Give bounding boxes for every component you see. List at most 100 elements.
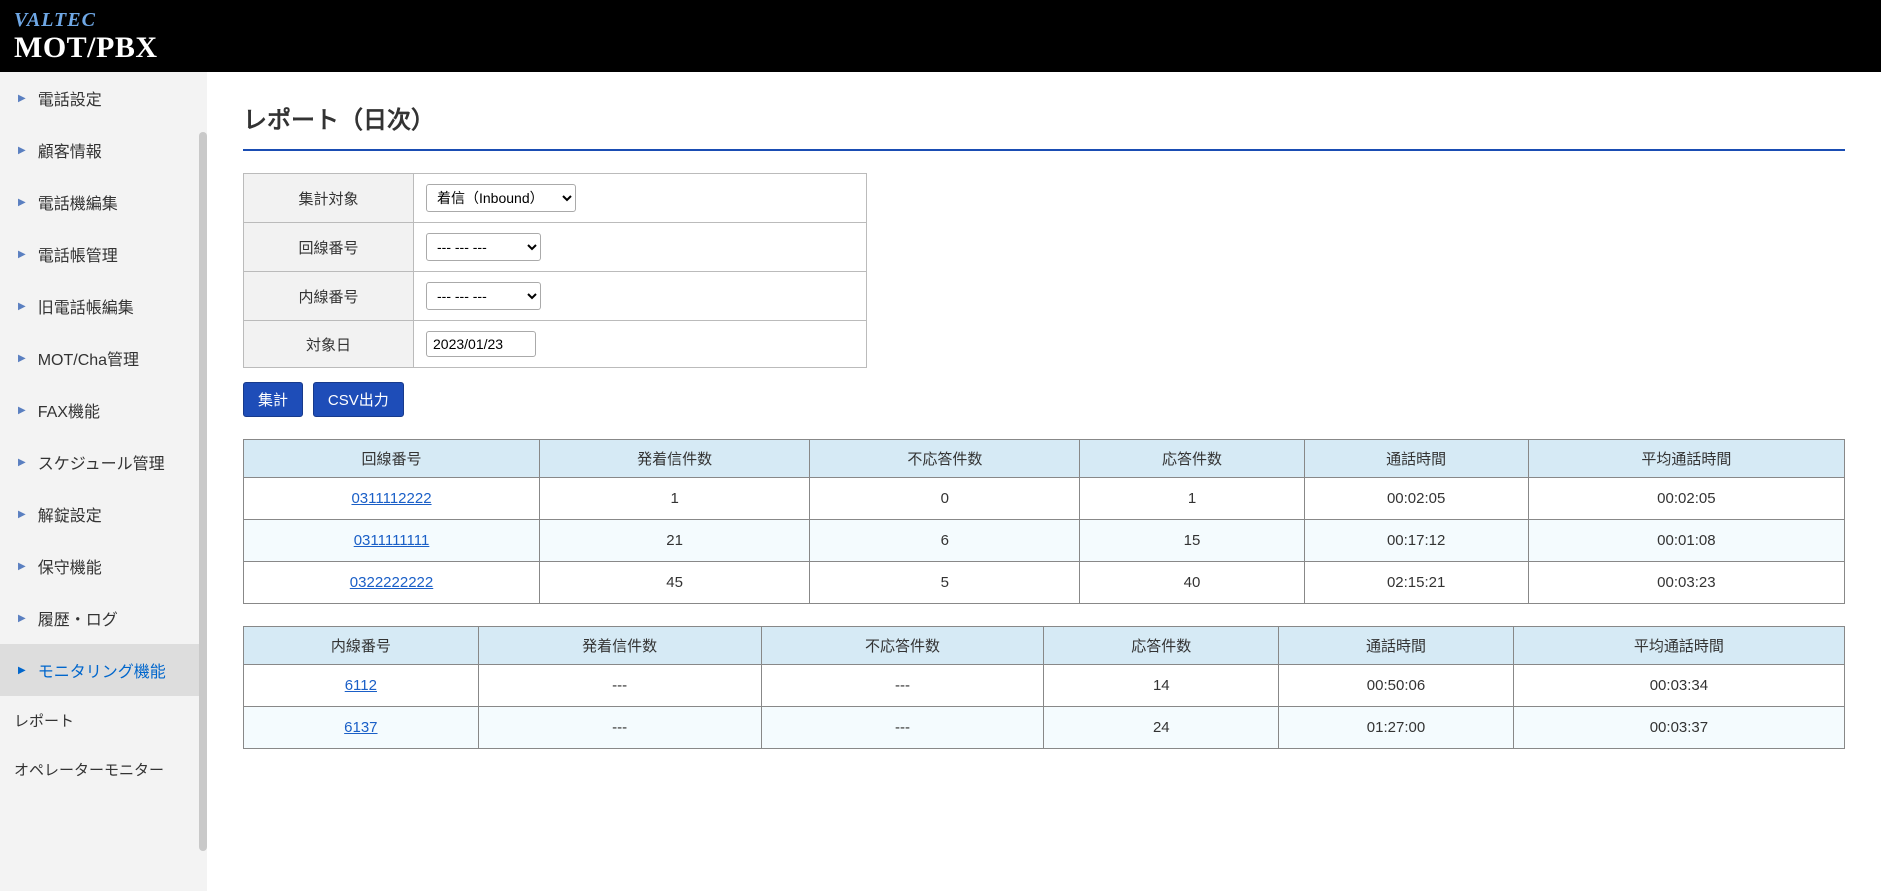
sidebar-item-label: MOT/Cha管理 [38,346,139,370]
sidebar-item-3[interactable]: ▶電話帳管理 [0,228,207,280]
sidebar-item-label: モニタリング機能 [38,658,166,682]
chevron-right-icon: ▶ [18,197,26,208]
cell: 02:15:21 [1304,562,1528,604]
chevron-right-icon: ▶ [18,353,26,364]
chevron-right-icon: ▶ [18,249,26,260]
aggregate-button[interactable]: 集計 [243,382,303,417]
sidebar-item-label: 電話機編集 [38,190,118,214]
cell: 1 [540,478,810,520]
chevron-right-icon: ▶ [18,509,26,520]
sidebar-item-0[interactable]: ▶ 電話設定 [0,72,207,124]
filter-label-line: 回線番号 [244,223,414,272]
cell: 00:03:34 [1513,665,1844,707]
sidebar-item-label: 電話設定 [38,86,102,110]
app-header: VALTEC MOT/PBX [0,0,1881,72]
table-row: 03111111112161500:17:1200:01:08 [244,520,1845,562]
button-row: 集計 CSV出力 [243,382,1845,417]
column-header: 内線番号 [244,627,479,665]
chevron-right-icon: ▶ [18,145,26,156]
column-header: 平均通話時間 [1513,627,1844,665]
sidebar-item-9[interactable]: ▶ 保守機能 [0,540,207,592]
sidebar-item-2[interactable]: ▶ 電話機編集 [0,176,207,228]
sidebar: ▶電話設定▶顧客情報▶電話機編集▶電話帳管理▶旧電話帳編集▶MOT/Cha管理▶… [0,72,207,891]
number-link[interactable]: 6112 [345,677,377,694]
cell: 00:17:12 [1304,520,1528,562]
column-header: 不応答件数 [810,440,1080,478]
table-row: 6137------2401:27:0000:03:37 [244,707,1845,749]
chevron-right-icon: ▶ [18,665,26,676]
ext-select[interactable]: --- --- --- [426,282,541,310]
cell: 1 [1080,478,1304,520]
column-header: 平均通話時間 [1528,440,1844,478]
cell: 24 [1044,707,1279,749]
cell: 21 [540,520,810,562]
cell: --- [761,665,1044,707]
chevron-right-icon: ▶ [18,561,26,572]
cell: --- [478,665,761,707]
sidebar-item-11[interactable]: ▶ モニタリング機能 [0,644,207,696]
column-header: 回線番号 [244,440,540,478]
sidebar-item-7[interactable]: ▶スケジュール管理 [0,436,207,488]
csv-export-button[interactable]: CSV出力 [313,382,404,417]
chevron-right-icon: ▶ [18,93,26,104]
table-row: 0322222222 4554002:15:2100:03:23 [244,562,1845,604]
sidebar-item-6[interactable]: ▶ FAX機能 [0,384,207,436]
cell: 01:27:00 [1279,707,1514,749]
sidebar-subitem-1[interactable]: オペレーターモニター [0,745,207,794]
logo-product: MOT/PBX [14,31,158,64]
cell: 40 [1080,562,1304,604]
cell: 5 [810,562,1080,604]
logo-company: VALTEC [14,9,158,31]
target-select[interactable]: 着信（Inbound） [426,184,576,212]
filter-label-date: 対象日 [244,321,414,368]
cell: 00:02:05 [1528,478,1844,520]
column-header: 通話時間 [1304,440,1528,478]
main-content: レポート（日次） 集計対象 着信（Inbound） 回線番号 --- --- -… [207,72,1881,891]
number-link[interactable]: 0322222222 [350,574,433,591]
filter-label-target: 集計対象 [244,174,414,223]
sidebar-item-4[interactable]: ▶旧電話帳編集 [0,280,207,332]
logo: VALTEC MOT/PBX [14,9,158,64]
column-header: 通話時間 [1279,627,1514,665]
cell: 00:01:08 [1528,520,1844,562]
filter-label-ext: 内線番号 [244,272,414,321]
sidebar-item-8[interactable]: ▶ 解錠設定 [0,488,207,540]
line-report-table: 回線番号発着信件数不応答件数応答件数通話時間平均通話時間031111222210… [243,439,1845,604]
sidebar-item-label: FAX機能 [38,398,100,422]
sidebar-item-label: スケジュール管理 [38,450,165,474]
number-link[interactable]: 0311111111 [354,532,430,549]
sidebar-item-label: 履歴・ログ [38,606,118,630]
column-header: 不応答件数 [761,627,1044,665]
sidebar-item-5[interactable]: ▶ MOT/Cha管理 [0,332,207,384]
column-header: 応答件数 [1044,627,1279,665]
scrollbar[interactable] [199,132,207,851]
chevron-right-icon: ▶ [18,613,26,624]
sidebar-item-1[interactable]: ▶ 顧客情報 [0,124,207,176]
table-row: 6112------1400:50:0600:03:34 [244,665,1845,707]
cell: 14 [1044,665,1279,707]
line-select[interactable]: --- --- --- [426,233,541,261]
title-divider [243,149,1845,151]
number-link[interactable]: 6137 [344,719,377,736]
sidebar-item-label: 解錠設定 [38,502,102,526]
sidebar-item-label: 顧客情報 [38,138,102,162]
cell: 00:02:05 [1304,478,1528,520]
cell: 6 [810,520,1080,562]
chevron-right-icon: ▶ [18,405,26,416]
sidebar-item-10[interactable]: ▶ 履歴・ログ [0,592,207,644]
table-row: 031111222210100:02:0500:02:05 [244,478,1845,520]
cell: 00:03:37 [1513,707,1844,749]
sidebar-item-label: 旧電話帳編集 [38,294,134,318]
cell: 00:03:23 [1528,562,1844,604]
cell: --- [761,707,1044,749]
date-input[interactable] [426,331,536,357]
filter-table: 集計対象 着信（Inbound） 回線番号 --- --- --- 内線番号 [243,173,867,368]
column-header: 発着信件数 [478,627,761,665]
cell: --- [478,707,761,749]
cell: 45 [540,562,810,604]
extension-report-table: 内線番号発着信件数不応答件数応答件数通話時間平均通話時間6112------14… [243,626,1845,749]
sidebar-item-label: 保守機能 [38,554,102,578]
sidebar-subitem-0[interactable]: レポート [0,696,207,745]
column-header: 発着信件数 [540,440,810,478]
number-link[interactable]: 0311112222 [351,490,431,507]
